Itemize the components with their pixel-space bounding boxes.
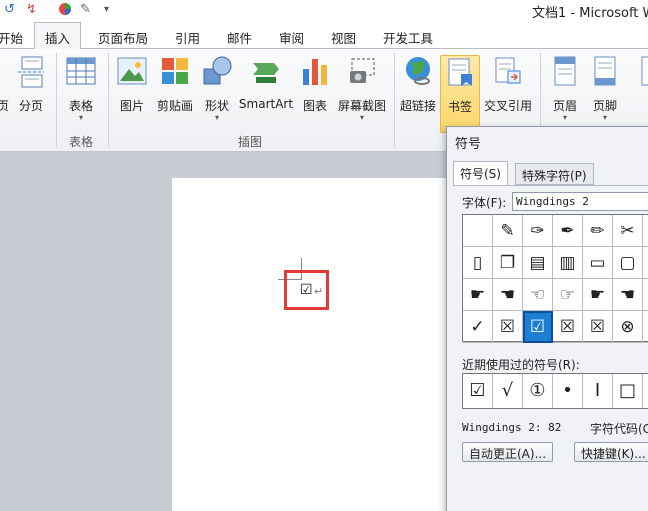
hyperlink-button[interactable]: 超链接 (398, 55, 438, 125)
chart-button[interactable]: 图表 (298, 55, 332, 125)
symbol-cell[interactable]: ☛ (583, 279, 613, 311)
window-title: 文档1 - Microsoft W (532, 6, 648, 21)
symbol-cell[interactable]: ✏ (583, 215, 613, 247)
table-icon (66, 57, 96, 85)
title-bar: ↺ ↯ ✎ ▾ 文档1 - Microsoft W (0, 0, 648, 22)
recent-symbols-row: ☑ √ ① • I □ (462, 373, 648, 409)
font-label: 字体(F): (462, 196, 507, 210)
symbol-cell[interactable]: ☞ (553, 279, 583, 311)
group-separator (56, 53, 57, 147)
table-button[interactable]: 表格 ▾ (62, 55, 100, 125)
dialog-title: 符号 (455, 137, 482, 152)
recent-symbol-cell[interactable]: ☑ (463, 374, 493, 408)
symbol-cell[interactable] (643, 311, 648, 343)
symbol-cell[interactable]: ☒ (493, 311, 523, 343)
symbol-cell[interactable]: ☚ (613, 279, 643, 311)
symbol-cell[interactable] (643, 215, 648, 247)
document-page[interactable] (172, 178, 452, 511)
screenshot-button[interactable]: 屏幕截图 ▾ (334, 55, 390, 125)
annotation-highlight-box (284, 270, 329, 310)
char-code-label: 字符代码(C (590, 422, 648, 436)
page-number-icon (641, 56, 648, 86)
group-label-illustrations: 插图 (238, 135, 263, 149)
symbol-cell[interactable] (463, 215, 493, 247)
autocorrect-button[interactable]: 自动更正(A)... (462, 442, 554, 462)
symbol-cell[interactable]: ✂ (613, 215, 643, 247)
smartart-button[interactable]: SmartArt (236, 55, 296, 125)
recent-symbols-label: 近期使用过的符号(R): (462, 358, 580, 372)
symbol-grid: ✎ ✑ ✒ ✏ ✂ ▯ ❐ ▤ ▥ ▭ ▢ ☛ ☚ ☜ ☞ ☛ ☚ ✓ ☒ ☑ ☒ ☒ ⊗ (462, 214, 648, 343)
symbol-cell[interactable]: ☛ (463, 279, 493, 311)
recent-symbol-cell[interactable] (643, 374, 648, 408)
chart-icon (303, 59, 327, 85)
symbol-cell[interactable]: ☒ (553, 311, 583, 343)
symbol-cell[interactable]: ▢ (613, 247, 643, 279)
color-icon[interactable] (58, 2, 72, 21)
symbol-cell[interactable]: ☚ (493, 279, 523, 311)
symbol-cell[interactable]: ▥ (553, 247, 583, 279)
tab-special-characters[interactable]: 特殊字符(P) (515, 163, 594, 185)
symbol-cell[interactable]: ✒ (553, 215, 583, 247)
group-separator (108, 53, 109, 147)
symbol-cell[interactable]: ❐ (493, 247, 523, 279)
tab-mailings[interactable]: 邮件 (227, 28, 252, 47)
tab-home[interactable]: 开始 (0, 28, 23, 47)
undo-icon[interactable]: ↺ (4, 2, 15, 18)
bookmark-icon (448, 58, 472, 86)
font-select[interactable]: Wingdings 2 (512, 192, 648, 211)
header-button[interactable]: 页眉 ▾ (546, 55, 584, 125)
symbol-cell[interactable]: ✓ (463, 311, 493, 343)
group-label-tables: 表格 (69, 135, 94, 149)
group-separator (394, 53, 395, 147)
redo-icon[interactable]: ↯ (26, 2, 37, 18)
tab-page-layout[interactable]: 页面布局 (98, 28, 148, 47)
picture-icon (117, 57, 147, 85)
tab-view[interactable]: 视图 (331, 28, 356, 47)
cross-reference-icon (495, 57, 521, 84)
symbol-cell[interactable]: ✎ (493, 215, 523, 247)
symbol-cell[interactable] (643, 279, 648, 311)
page-button[interactable]: 页 (0, 55, 12, 125)
header-icon (554, 56, 576, 86)
clip-art-button[interactable]: 剪贴画 (152, 55, 198, 125)
tab-insert[interactable]: 插入 (34, 22, 82, 49)
customize-icon[interactable]: ▾ (104, 2, 109, 18)
recent-symbol-cell[interactable]: □ (613, 374, 643, 408)
recent-symbol-cell[interactable]: ① (523, 374, 553, 408)
tab-review[interactable]: 审阅 (279, 28, 304, 47)
shapes-icon (203, 56, 232, 85)
selected-font-info: Wingdings 2: 82 (462, 421, 562, 434)
smartart-icon (253, 63, 279, 83)
ribbon-tabs: 开始 插入 页面布局 引用 邮件 审阅 视图 开发工具 (0, 22, 648, 49)
footer-icon (594, 56, 616, 86)
symbol-cell[interactable] (643, 247, 648, 279)
symbol-cell[interactable]: ▯ (463, 247, 493, 279)
cross-reference-button[interactable]: 交叉引用 (482, 55, 534, 125)
page-number-button[interactable] (630, 55, 648, 125)
recent-symbol-cell[interactable]: I (583, 374, 613, 408)
bookmark-button[interactable]: 书签 (440, 55, 480, 133)
format-painter-icon[interactable]: ✎ (80, 2, 91, 18)
symbol-cell[interactable]: ☑ (523, 311, 553, 343)
footer-button[interactable]: 页脚 ▾ (586, 55, 624, 125)
symbol-cell[interactable]: ▤ (523, 247, 553, 279)
page-break-icon (18, 56, 44, 88)
recent-symbol-cell[interactable]: • (553, 374, 583, 408)
screenshot-icon (350, 58, 375, 83)
tab-references[interactable]: 引用 (175, 28, 200, 47)
clip-art-icon (162, 58, 188, 84)
shapes-button[interactable]: 形状 ▾ (200, 55, 234, 125)
tab-symbols[interactable]: 符号(S) (453, 161, 508, 186)
picture-button[interactable]: 图片 (114, 55, 150, 125)
tab-developer[interactable]: 开发工具 (383, 28, 433, 47)
symbol-cell[interactable]: ▭ (583, 247, 613, 279)
symbol-cell[interactable]: ☜ (523, 279, 553, 311)
page-break-button[interactable]: 分页 (14, 55, 48, 125)
symbol-cell[interactable]: ☒ (583, 311, 613, 343)
recent-symbol-cell[interactable]: √ (493, 374, 523, 408)
symbol-cell[interactable]: ⊗ (613, 311, 643, 343)
shortcut-key-button[interactable]: 快捷键(K)... (574, 442, 648, 462)
globe-icon (406, 57, 430, 85)
symbol-cell[interactable]: ✑ (523, 215, 553, 247)
